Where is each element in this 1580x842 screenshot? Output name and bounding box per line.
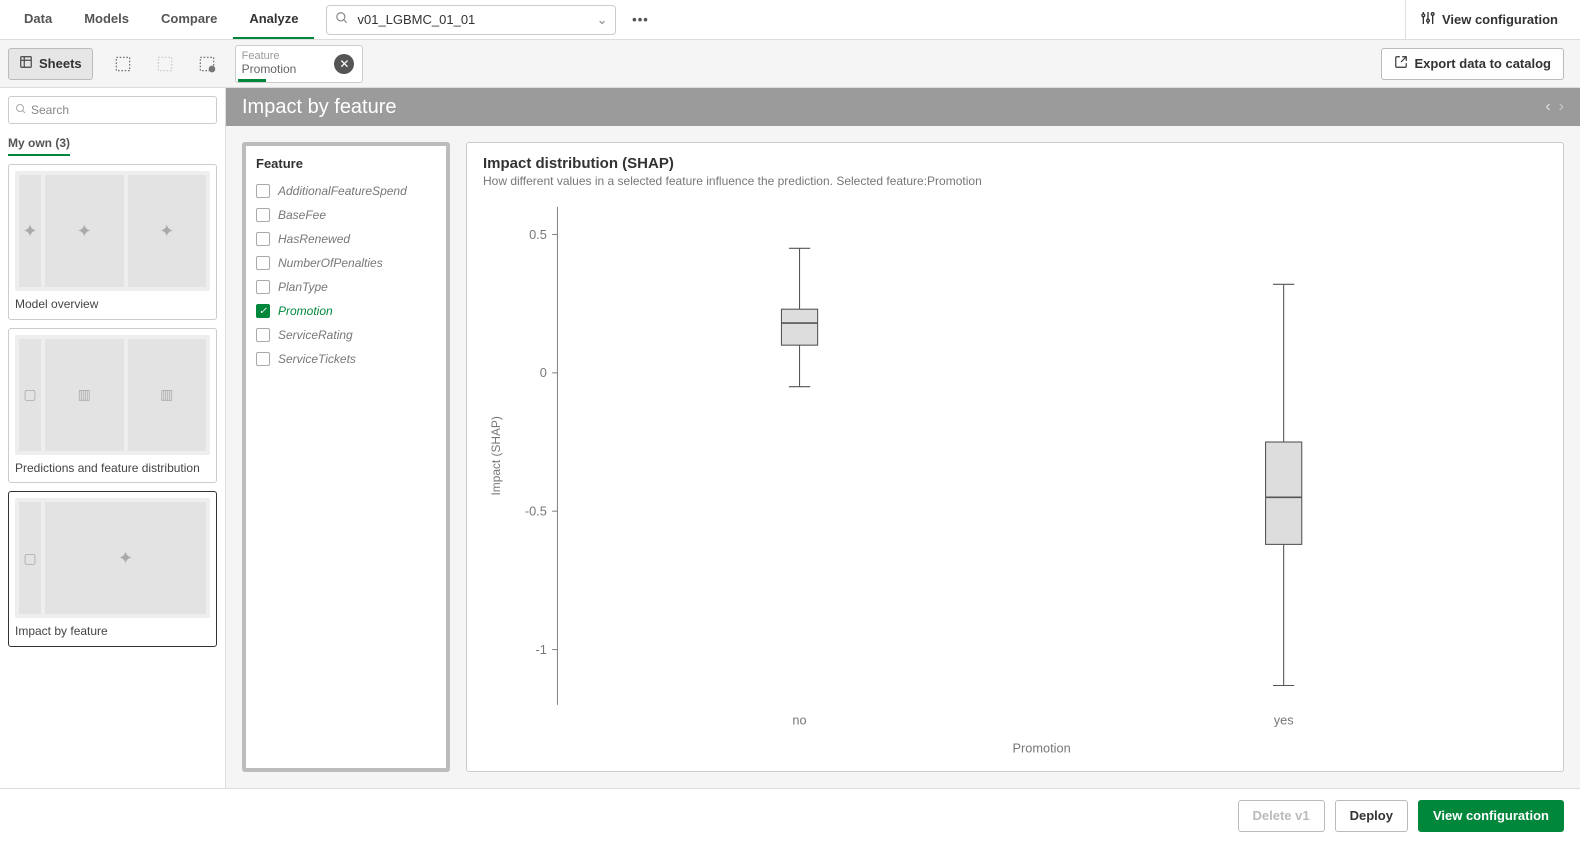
view-configuration-top-button[interactable]: View configuration bbox=[1405, 0, 1572, 39]
checkbox-icon: ✓ bbox=[256, 304, 270, 318]
selection-back-button[interactable] bbox=[107, 48, 139, 80]
feature-item-servicetickets[interactable]: ServiceTickets bbox=[256, 347, 436, 371]
checkbox-icon bbox=[256, 232, 270, 246]
export-data-button[interactable]: Export data to catalog bbox=[1381, 48, 1564, 80]
svg-text:-0.5: -0.5 bbox=[525, 503, 547, 518]
svg-text:no: no bbox=[792, 712, 806, 727]
chevron-down-icon: ⌄ bbox=[597, 12, 608, 28]
checkbox-icon bbox=[256, 208, 270, 222]
sheet-card-predictions[interactable]: ▢ ▥ ▥ Predictions and feature distributi… bbox=[8, 328, 217, 484]
sheet-label: Model overview bbox=[15, 297, 210, 313]
delete-version-button: Delete v1 bbox=[1238, 800, 1325, 832]
feature-item-label: ServiceTickets bbox=[278, 352, 356, 366]
svg-text:0: 0 bbox=[540, 365, 547, 380]
feature-item-numberofpenalties[interactable]: NumberOfPenalties bbox=[256, 251, 436, 275]
svg-text:-1: -1 bbox=[535, 642, 546, 657]
puzzle-icon: ✦ bbox=[77, 221, 92, 242]
feature-item-promotion[interactable]: ✓ Promotion bbox=[256, 299, 436, 323]
feature-item-label: NumberOfPenalties bbox=[278, 256, 383, 270]
sheets-search-input[interactable]: Search bbox=[8, 96, 217, 124]
puzzle-icon: ✦ bbox=[22, 221, 37, 242]
chart-title: Impact distribution (SHAP) bbox=[483, 155, 1547, 172]
prev-sheet-button[interactable]: ‹ bbox=[1545, 98, 1550, 116]
puzzle-icon: ✦ bbox=[159, 221, 174, 242]
sheets-button[interactable]: Sheets bbox=[8, 48, 93, 80]
feature-item-label: HasRenewed bbox=[278, 232, 350, 246]
active-filter-chip[interactable]: Feature Promotion ✕ bbox=[235, 45, 364, 83]
search-placeholder: Search bbox=[31, 103, 69, 117]
feature-panel-title: Feature bbox=[256, 156, 436, 171]
export-icon bbox=[1394, 55, 1408, 72]
feature-selector-panel: Feature AdditionalFeatureSpend BaseFee Has… bbox=[242, 142, 450, 772]
sheets-group-title: My own (3) bbox=[8, 132, 217, 156]
version-selector[interactable]: v01_LGBMC_01_01 ⌄ bbox=[326, 5, 616, 35]
export-data-label: Export data to catalog bbox=[1414, 56, 1551, 71]
tab-analyze[interactable]: Analyze bbox=[233, 0, 314, 39]
feature-item-additionalfeaturespend[interactable]: AdditionalFeatureSpend bbox=[256, 179, 436, 203]
feature-item-label: PlanType bbox=[278, 280, 328, 294]
bar-chart-icon: ▥ bbox=[78, 386, 91, 403]
checkbox-icon bbox=[256, 184, 270, 198]
sheet-label: Impact by feature bbox=[15, 624, 210, 640]
sheet-card-impact-by-feature[interactable]: ▢ ✦ Impact by feature bbox=[8, 491, 217, 647]
sliders-icon bbox=[1420, 10, 1436, 29]
checkbox-icon bbox=[256, 328, 270, 342]
doc-icon: ▢ bbox=[23, 386, 36, 403]
selection-forward-button bbox=[149, 48, 181, 80]
sheet-label: Predictions and feature distribution bbox=[15, 461, 210, 477]
search-icon bbox=[15, 103, 27, 118]
tab-models[interactable]: Models bbox=[68, 0, 145, 39]
filter-chip-clear-icon[interactable]: ✕ bbox=[334, 54, 354, 74]
svg-text:Impact (SHAP): Impact (SHAP) bbox=[489, 416, 503, 495]
version-label: v01_LGBMC_01_01 bbox=[357, 12, 596, 27]
sheets-icon bbox=[19, 55, 33, 72]
page-title: Impact by feature bbox=[242, 96, 397, 119]
feature-item-label: ServiceRating bbox=[278, 328, 353, 342]
svg-text:0.5: 0.5 bbox=[529, 227, 547, 242]
filter-chip-label: Feature bbox=[242, 51, 297, 62]
feature-item-label: Promotion bbox=[278, 304, 333, 318]
feature-item-label: AdditionalFeatureSpend bbox=[278, 184, 407, 198]
feature-item-servicerating[interactable]: ServiceRating bbox=[256, 323, 436, 347]
shap-chart-panel: Impact distribution (SHAP) How different… bbox=[466, 142, 1564, 772]
puzzle-icon: ✦ bbox=[118, 548, 133, 569]
bar-chart-icon: ▥ bbox=[160, 386, 173, 403]
view-configuration-top-label: View configuration bbox=[1442, 12, 1558, 27]
feature-item-label: BaseFee bbox=[278, 208, 326, 222]
main-nav: Data Models Compare Analyze bbox=[8, 0, 314, 39]
tab-compare[interactable]: Compare bbox=[145, 0, 233, 39]
page-header: Impact by feature ‹ › bbox=[226, 88, 1580, 126]
sheet-card-model-overview[interactable]: ✦ ✦ ✦ Model overview bbox=[8, 164, 217, 320]
view-configuration-button[interactable]: View configuration bbox=[1418, 800, 1564, 832]
search-icon bbox=[335, 11, 349, 28]
checkbox-icon bbox=[256, 280, 270, 294]
checkbox-icon bbox=[256, 352, 270, 366]
checkbox-icon bbox=[256, 256, 270, 270]
deploy-button[interactable]: Deploy bbox=[1335, 800, 1408, 832]
feature-item-basefee[interactable]: BaseFee bbox=[256, 203, 436, 227]
feature-item-hasrenewed[interactable]: HasRenewed bbox=[256, 227, 436, 251]
feature-item-plantype[interactable]: PlanType bbox=[256, 275, 436, 299]
tab-data[interactable]: Data bbox=[8, 0, 68, 39]
more-menu-button[interactable]: ••• bbox=[626, 6, 654, 34]
sheets-label: Sheets bbox=[39, 56, 82, 71]
shap-boxplot[interactable]: -1 -0.5 0 0.5 Impact (SHAP) Promotion no yes bbox=[483, 196, 1547, 759]
chart-subtitle: How different values in a selected featu… bbox=[483, 174, 1547, 188]
filter-chip-value: Promotion bbox=[242, 62, 297, 76]
sheets-sidebar: Search My own (3) ✦ ✦ ✦ Model overview ▢… bbox=[0, 88, 226, 788]
next-sheet-button[interactable]: › bbox=[1559, 98, 1564, 116]
doc-icon: ▢ bbox=[23, 550, 36, 567]
svg-text:Promotion: Promotion bbox=[1013, 740, 1071, 755]
selection-clear-button[interactable] bbox=[191, 48, 223, 80]
svg-text:yes: yes bbox=[1274, 712, 1294, 727]
